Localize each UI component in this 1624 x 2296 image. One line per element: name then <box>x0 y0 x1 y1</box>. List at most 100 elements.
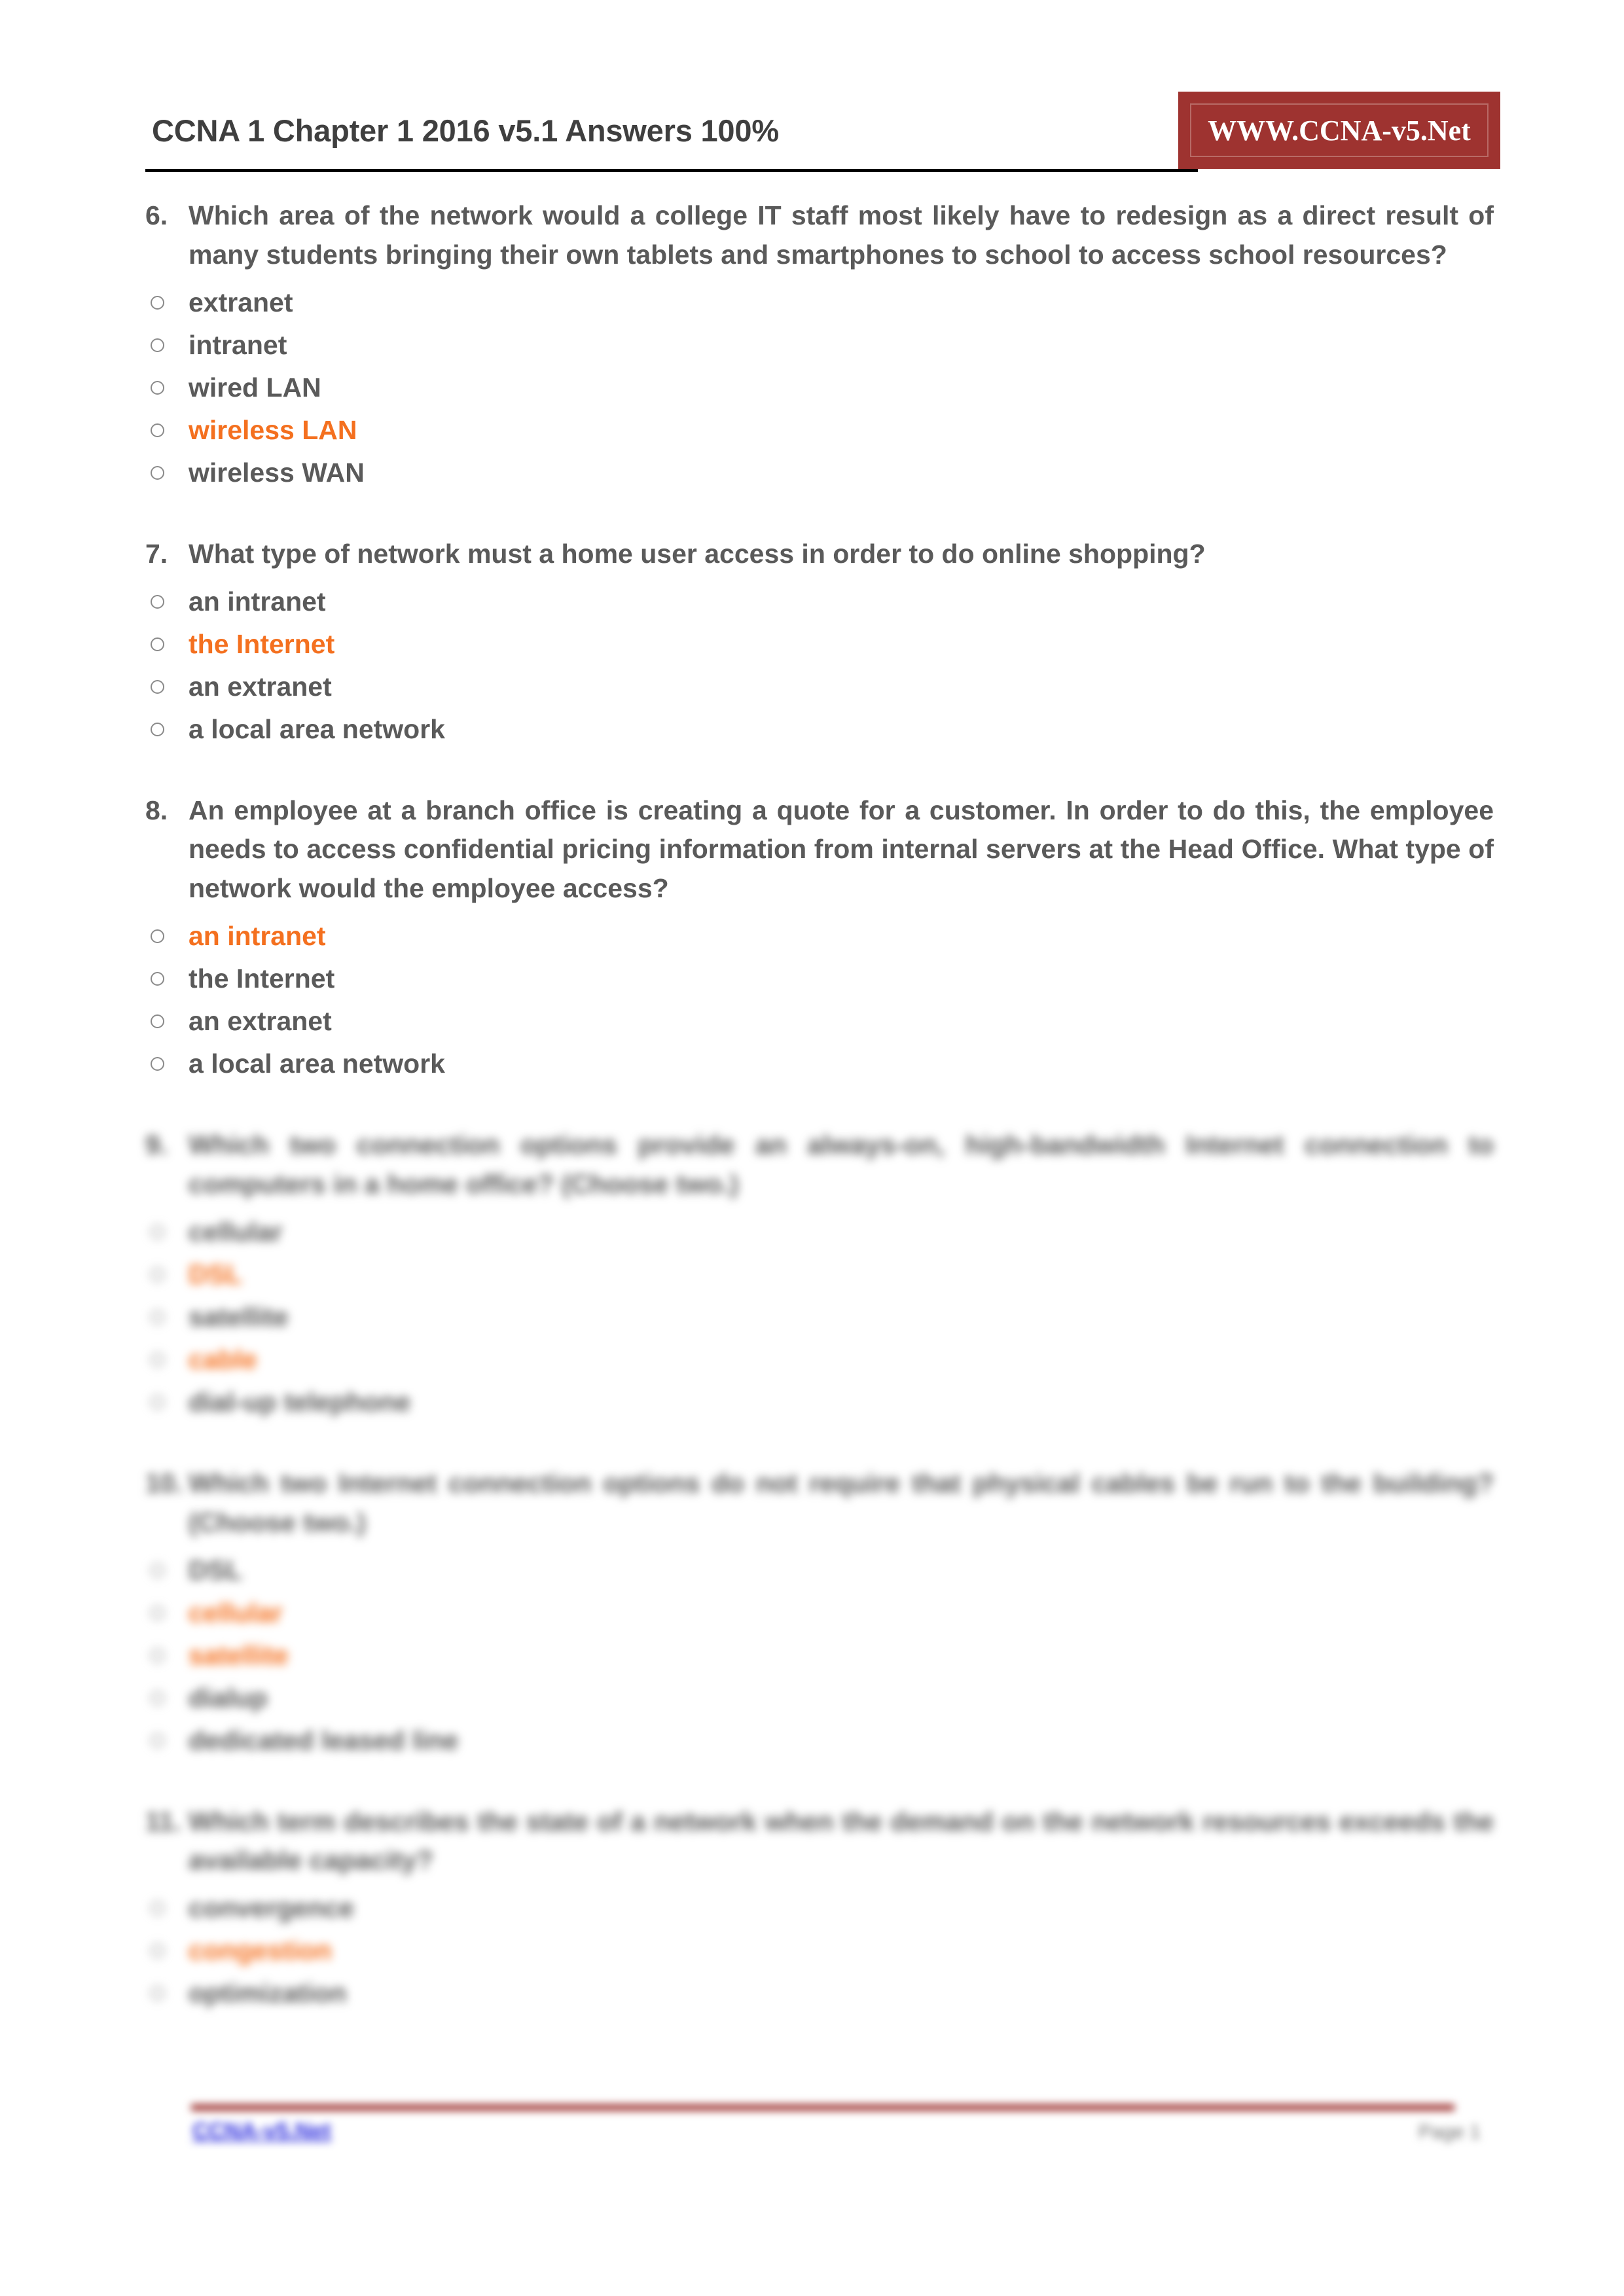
option-label-correct: satellite <box>189 1640 289 1670</box>
question-number: 9. <box>145 1130 168 1160</box>
option-item[interactable]: optimization <box>145 1972 1500 2015</box>
option-label: dial-up telephone <box>189 1386 411 1417</box>
options-list: convergence congestion optimization <box>145 1887 1500 2015</box>
page-footer: CCNA-v5.Net Page 1 <box>145 2104 1500 2196</box>
option-item[interactable]: wireless WAN <box>145 452 1500 494</box>
option-item[interactable]: congestion <box>145 1929 1500 1972</box>
radio-circle-icon <box>145 1310 189 1324</box>
option-item[interactable]: DSL <box>145 1549 1500 1592</box>
option-item[interactable]: dedicated leased line <box>145 1719 1500 1762</box>
question-block-6: 6. Which area of the network would a col… <box>145 196 1500 494</box>
question-text: Which area of the network would a colleg… <box>189 200 1494 270</box>
question-heading: 10. Which two Internet connection option… <box>145 1464 1500 1543</box>
option-label: an extranet <box>189 671 332 702</box>
option-item[interactable]: cable <box>145 1338 1500 1381</box>
radio-circle-icon <box>145 972 189 986</box>
question-block-9: 9. Which two connection options provide … <box>145 1126 1500 1424</box>
option-label: dedicated leased line <box>189 1725 459 1755</box>
question-text: Which two Internet connection options do… <box>189 1467 1494 1537</box>
question-block-8: 8. An employee at a branch office is cre… <box>145 791 1500 1086</box>
option-item[interactable]: wired LAN <box>145 367 1500 409</box>
option-label: a local area network <box>189 713 445 744</box>
option-label: the Internet <box>189 963 335 994</box>
question-text: An employee at a branch office is creati… <box>189 795 1494 904</box>
radio-circle-icon <box>145 423 189 437</box>
radio-circle-icon <box>145 1395 189 1409</box>
question-block-7: 7. What type of network must a home user… <box>145 535 1500 751</box>
footer-site-link[interactable]: CCNA-v5.Net <box>192 2119 331 2144</box>
option-item[interactable]: dialup <box>145 1677 1500 1719</box>
option-label-correct: an intranet <box>189 921 326 952</box>
options-list: extranet intranet wired LAN wireless LAN… <box>145 281 1500 494</box>
option-label: intranet <box>189 329 287 360</box>
option-label: an intranet <box>189 586 326 617</box>
option-label-correct: the Internet <box>189 628 335 659</box>
option-item[interactable]: cellular <box>145 1211 1500 1253</box>
radio-circle-icon <box>145 1986 189 2001</box>
question-number: 11. <box>145 1806 181 1837</box>
option-label: convergence <box>189 1893 354 1924</box>
radio-circle-icon <box>145 637 189 651</box>
option-label-correct: wireless LAN <box>189 414 357 445</box>
question-heading: 11. Which term describes the state of a … <box>145 1803 1500 1881</box>
option-item[interactable]: satellite <box>145 1634 1500 1677</box>
radio-circle-icon <box>145 1225 189 1239</box>
question-number: 6. <box>145 200 168 230</box>
option-item[interactable]: convergence <box>145 1887 1500 1929</box>
page-number: Page 1 <box>1418 2121 1481 2143</box>
options-list: an intranet the Internet an extranet a l… <box>145 581 1500 751</box>
option-item[interactable]: wireless LAN <box>145 409 1500 452</box>
option-label: an extranet <box>189 1006 332 1037</box>
radio-circle-icon <box>145 465 189 480</box>
option-label: DSL <box>189 1554 242 1585</box>
radio-circle-icon <box>145 1352 189 1367</box>
option-label-correct: congestion <box>189 1935 332 1966</box>
option-item[interactable]: an intranet <box>145 581 1500 623</box>
option-item[interactable]: a local area network <box>145 708 1500 751</box>
radio-circle-icon <box>145 679 189 694</box>
option-item[interactable]: intranet <box>145 324 1500 367</box>
page-title: CCNA 1 Chapter 1 2016 v5.1 Answers 100% <box>152 113 779 148</box>
option-item[interactable]: extranet <box>145 281 1500 324</box>
radio-circle-icon <box>145 380 189 395</box>
option-item[interactable]: cellular <box>145 1592 1500 1634</box>
option-item[interactable]: an intranet <box>145 915 1500 958</box>
radio-circle-icon <box>145 1267 189 1282</box>
option-item[interactable]: a local area network <box>145 1043 1500 1085</box>
option-item[interactable]: satellite <box>145 1296 1500 1338</box>
radio-circle-icon <box>145 929 189 944</box>
question-heading: 9. Which two connection options provide … <box>145 1126 1500 1204</box>
option-label-correct: DSL <box>189 1259 242 1289</box>
option-label-correct: cable <box>189 1344 257 1374</box>
radio-circle-icon <box>145 1014 189 1029</box>
option-item[interactable]: the Internet <box>145 623 1500 666</box>
radio-circle-icon <box>145 1057 189 1071</box>
question-heading: 6. Which area of the network would a col… <box>145 196 1500 275</box>
radio-circle-icon <box>145 594 189 609</box>
option-item[interactable]: the Internet <box>145 958 1500 1000</box>
options-list: cellular DSL satellite cable dial-up tel… <box>145 1211 1500 1424</box>
page-header: CCNA 1 Chapter 1 2016 v5.1 Answers 100% … <box>145 92 1500 172</box>
questions-container: 6. Which area of the network would a col… <box>145 196 1500 2015</box>
radio-circle-icon <box>145 295 189 310</box>
radio-circle-icon <box>145 1648 189 1662</box>
document-page: CCNA 1 Chapter 1 2016 v5.1 Answers 100% … <box>0 0 1624 2296</box>
option-item[interactable]: an extranet <box>145 1000 1500 1043</box>
site-banner-label: WWW.CCNA-v5.Net <box>1208 114 1471 147</box>
radio-circle-icon <box>145 1605 189 1620</box>
options-list: an intranet the Internet an extranet a l… <box>145 915 1500 1085</box>
question-heading: 8. An employee at a branch office is cre… <box>145 791 1500 909</box>
radio-circle-icon <box>145 1563 189 1577</box>
option-item[interactable]: an extranet <box>145 666 1500 708</box>
question-number: 7. <box>145 538 168 569</box>
option-label: extranet <box>189 287 293 317</box>
question-number: 10. <box>145 1467 183 1498</box>
question-number: 8. <box>145 795 168 825</box>
radio-circle-icon <box>145 1733 189 1748</box>
option-item[interactable]: DSL <box>145 1253 1500 1296</box>
question-block-11: 11. Which term describes the state of a … <box>145 1803 1500 2015</box>
header-divider <box>145 169 1198 172</box>
question-text: What type of network must a home user ac… <box>189 538 1206 569</box>
option-item[interactable]: dial-up telephone <box>145 1381 1500 1424</box>
option-label: satellite <box>189 1301 289 1332</box>
